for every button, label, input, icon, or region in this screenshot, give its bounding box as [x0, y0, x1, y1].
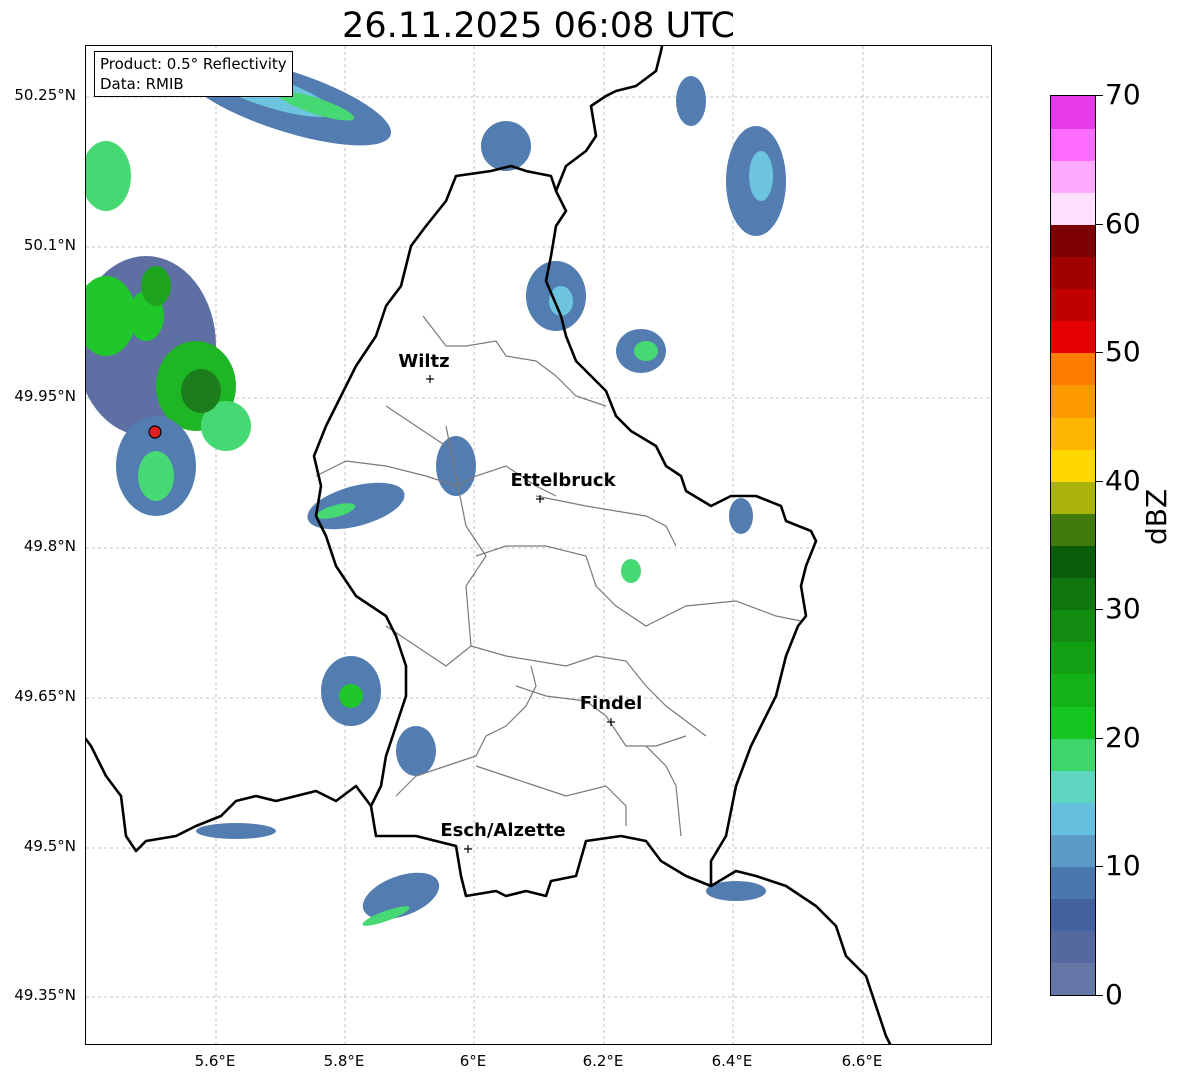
colorbar-segment: [1051, 320, 1095, 354]
lat-tick-label: 49.65°N: [14, 687, 76, 705]
colorbar-segment: [1051, 738, 1095, 771]
colorbar-tick-label: 70: [1105, 78, 1141, 111]
colorbar-segment: [1051, 352, 1095, 386]
colorbar-segment: [1051, 706, 1095, 739]
colorbar-segment: [1051, 256, 1095, 290]
radar-site-marker[interactable]: [148, 425, 162, 439]
colorbar-segment: [1051, 898, 1095, 932]
lat-tick-label: 49.5°N: [23, 837, 76, 855]
colorbar-segment: [1051, 641, 1095, 675]
lat-tick-label: 49.8°N: [23, 537, 76, 555]
colorbar-tick-mark: [1096, 352, 1103, 354]
city-label-findel: Findel: [579, 693, 643, 714]
colorbar-segment: [1051, 449, 1095, 482]
colorbar-tick-mark: [1096, 95, 1103, 96]
colorbar-segment: [1051, 866, 1095, 900]
lon-tick-label: 6.6°E: [841, 1052, 883, 1070]
lon-tick-label: 6.2°E: [582, 1052, 624, 1070]
colorbar-segment: [1051, 160, 1095, 193]
colorbar-segment: [1051, 192, 1095, 225]
info-product: Product: 0.5° Reflectivity: [100, 55, 287, 73]
colorbar-segment: [1051, 577, 1095, 611]
lat-tick-label: 49.95°N: [14, 387, 76, 405]
colorbar-segment: [1051, 802, 1095, 835]
colorbar-segment: [1051, 417, 1095, 450]
colorbar-segment: [1051, 481, 1095, 514]
colorbar-segment: [1051, 930, 1095, 964]
colorbar-title: dBZ: [1140, 488, 1173, 545]
colorbar-segment: [1051, 384, 1095, 418]
colorbar-tick-label: 20: [1105, 720, 1141, 754]
district-borders: [315, 315, 802, 837]
colorbar-tick-label: 40: [1105, 463, 1141, 497]
colorbar-tick-mark: [1096, 995, 1103, 996]
colorbar-tick-label: 30: [1105, 592, 1141, 626]
colorbar-segment: [1051, 545, 1095, 579]
city-label-esch: Esch/Alzette: [440, 820, 566, 841]
colorbar-segment: [1051, 513, 1095, 546]
info-data-source: Data: RMIB: [100, 75, 184, 93]
colorbar-segment: [1051, 673, 1095, 707]
lon-tick-label: 5.6°E: [194, 1052, 236, 1070]
info-box: Product: 0.5° Reflectivity Data: RMIB: [94, 51, 293, 97]
map-svg: [86, 46, 991, 1044]
colorbar-tick-mark: [1096, 223, 1103, 225]
lon-tick-label: 5.8°E: [323, 1052, 365, 1070]
colorbar-segment: [1051, 770, 1095, 803]
map-title: 26.11.2025 06:08 UTC: [342, 6, 735, 46]
colorbar-segment: [1051, 128, 1095, 161]
lat-tick-label: 50.1°N: [23, 236, 76, 254]
dbz-colorbar: [1050, 95, 1096, 996]
city-label-ettelbruck: Ettelbruck: [510, 470, 616, 491]
lon-tick-label: 6.4°E: [711, 1052, 753, 1070]
lat-tick-label: 49.35°N: [14, 986, 76, 1004]
radar-echoes: [86, 56, 786, 926]
colorbar-tick-mark: [1096, 609, 1103, 611]
colorbar-segment: [1051, 962, 1095, 996]
colorbar-tick-label: 60: [1105, 206, 1141, 240]
city-label-wiltz: Wiltz: [398, 351, 450, 372]
lat-tick-label: 50.25°N: [14, 86, 76, 104]
colorbar-tick-label: 10: [1105, 849, 1141, 883]
colorbar-segment: [1051, 609, 1095, 643]
colorbar-segment: [1051, 96, 1095, 129]
radar-map[interactable]: [85, 45, 992, 1045]
colorbar-segment: [1051, 288, 1095, 322]
colorbar-tick-label: 50: [1105, 335, 1141, 369]
colorbar-tick-mark: [1096, 480, 1103, 482]
lon-tick-label: 6°E: [459, 1052, 487, 1070]
colorbar-segment: [1051, 224, 1095, 258]
colorbar-segment: [1051, 834, 1095, 868]
colorbar-tick-label: 0: [1105, 978, 1123, 1011]
colorbar-tick-mark: [1096, 737, 1103, 739]
colorbar-tick-mark: [1096, 866, 1103, 868]
